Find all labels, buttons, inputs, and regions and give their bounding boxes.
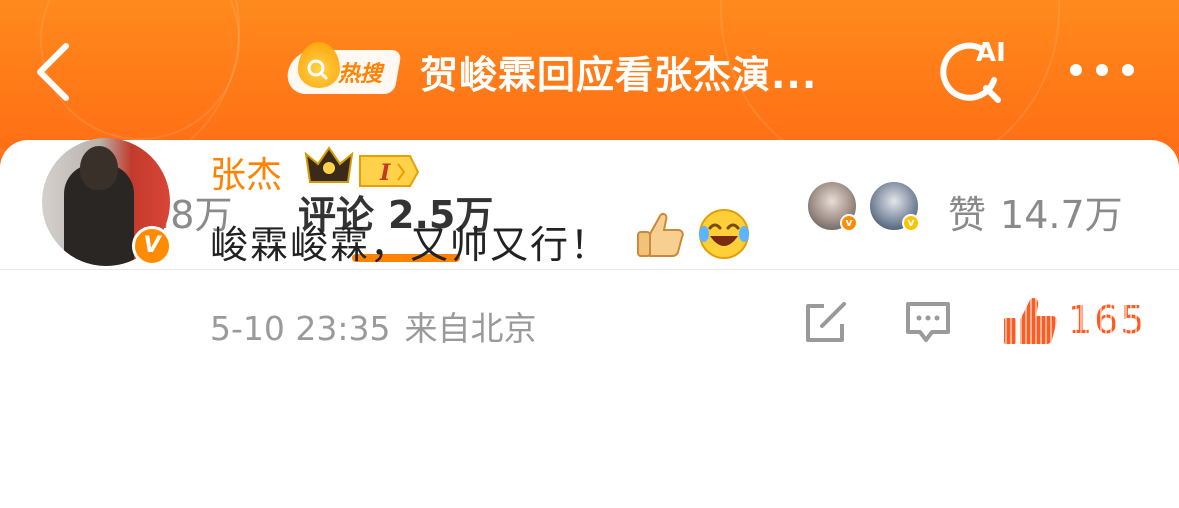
hot-search-badge[interactable]: 热搜 [284, 42, 402, 96]
tab-likes-label: 赞 [948, 193, 987, 237]
tab-likes-count: 14.7万 [1000, 193, 1123, 237]
verified-icon: V [132, 226, 172, 266]
dot [1096, 64, 1108, 76]
avatar-head [80, 146, 118, 190]
hot-search-label: 热搜 [338, 62, 383, 87]
back-button[interactable] [34, 40, 74, 104]
divider [0, 269, 1179, 270]
reply-button[interactable] [904, 300, 952, 344]
dot [1070, 64, 1082, 76]
comment-source: 来自北京 [404, 309, 537, 348]
verified-icon: v [840, 214, 858, 232]
page-title: 贺峻霖回应看张杰演... [420, 53, 818, 97]
dot [1122, 64, 1134, 76]
watermark-overlay [1000, 298, 1179, 358]
comment-meta: 5-10 23:35 来自北京 [210, 302, 537, 350]
thumbs-up-emoji-icon [637, 212, 684, 257]
level-badge: I [379, 160, 391, 186]
share-button[interactable] [802, 300, 850, 344]
more-button[interactable] [1068, 60, 1138, 80]
ai-label: AI [976, 38, 1006, 68]
chevron-left-icon [37, 43, 69, 101]
comment-text: 峻霖峻霖，又帅又行！ [210, 223, 611, 267]
tab-likes[interactable]: 赞 14.7万 [948, 184, 1123, 239]
share-icon [806, 302, 846, 342]
verified-icon: v [902, 214, 920, 232]
avatar: v [868, 180, 920, 232]
comment-icon [906, 302, 950, 342]
liker-avatars[interactable]: v v [806, 180, 930, 236]
ai-search-button[interactable]: AI [940, 38, 1012, 106]
search-icon [307, 59, 328, 80]
comment-author[interactable]: 张杰 [210, 146, 282, 198]
laughing-emoji-icon [699, 209, 749, 259]
comment-timestamp: 5-10 23:35 [210, 309, 391, 348]
vip-crown-icon: I [304, 146, 420, 187]
avatar: v [806, 180, 858, 232]
